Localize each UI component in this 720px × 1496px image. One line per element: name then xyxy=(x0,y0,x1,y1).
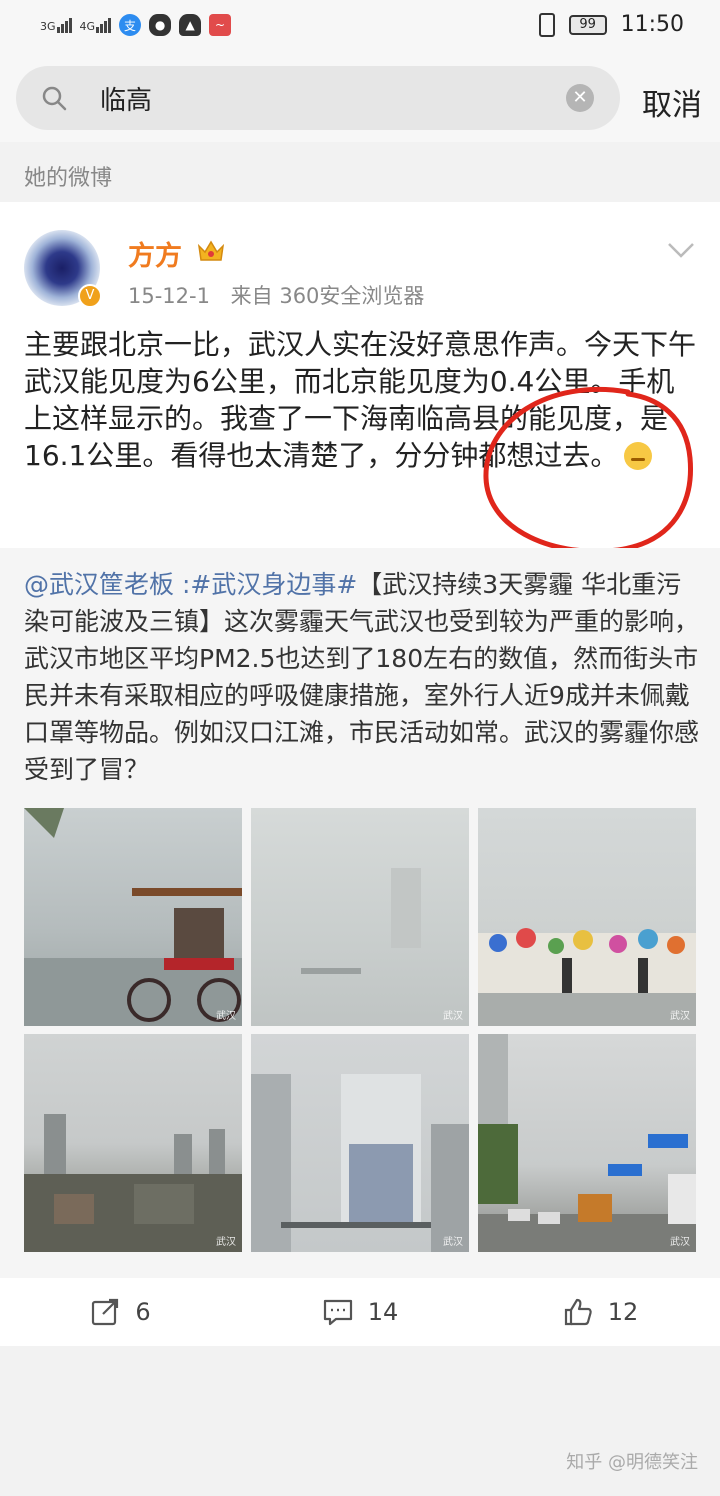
signal-4g-icon: 4G xyxy=(79,17,112,33)
topic-link[interactable]: :#武汉身边事# xyxy=(182,570,357,599)
like-count: 12 xyxy=(607,1298,639,1326)
notification-icon: ▲ xyxy=(179,14,202,36)
action-bar: 6 14 12 xyxy=(0,1278,720,1346)
photo-thumbnail[interactable]: 武汉 xyxy=(478,1034,696,1252)
photo-watermark: 武汉 xyxy=(443,1237,463,1248)
cancel-button[interactable]: 取消 xyxy=(642,80,702,124)
clock: 11:50 xyxy=(620,12,684,37)
photo-watermark: 武汉 xyxy=(216,1011,236,1022)
zhihu-watermark: 知乎 @明德笑注 xyxy=(566,1452,698,1473)
signal-3g-icon: 3G xyxy=(40,17,72,33)
photo-thumbnail[interactable]: 武汉 xyxy=(251,1034,469,1252)
post-meta: 15-12-1 来自 360安全浏览器 xyxy=(128,280,424,310)
kites-photo xyxy=(478,928,696,1026)
photo-thumbnail[interactable]: 武汉 xyxy=(24,808,242,1026)
status-bar: 3G 4G 支 ● ▲ ~ 99 11:50 xyxy=(0,0,720,56)
status-left: 3G 4G 支 ● ▲ ~ xyxy=(40,14,232,36)
avatar[interactable]: V xyxy=(24,230,102,308)
thumbs-up-icon xyxy=(564,1298,592,1326)
tricycle-photo xyxy=(24,808,242,1026)
stocks-app-icon: ~ xyxy=(209,14,232,36)
building-photo xyxy=(251,1074,469,1252)
search-bar: 临高 ✕ 取消 xyxy=(0,56,720,142)
comment-count: 14 xyxy=(367,1298,399,1326)
weibo-post-card[interactable]: V 方方 15-12-1 来自 360安全浏览器 主要跟北京一比，武汉人实在没好… xyxy=(0,202,720,1346)
like-button[interactable]: 12 xyxy=(480,1278,720,1346)
chevron-down-icon[interactable] xyxy=(666,240,696,260)
clear-icon[interactable]: ✕ xyxy=(566,84,594,112)
verified-badge-icon: V xyxy=(78,284,102,308)
photo-thumbnail[interactable]: 武汉 xyxy=(24,1034,242,1252)
author-name[interactable]: 方方 xyxy=(128,234,182,273)
street-photo xyxy=(478,1034,696,1252)
comment-button[interactable]: 14 xyxy=(240,1278,480,1346)
repost-text: @武汉筐老板 :#武汉身边事#【武汉持续3天雾霾 华北重污染可能波及三镇】这次雾… xyxy=(24,566,700,788)
repost-button[interactable]: 6 xyxy=(0,1278,240,1346)
search-box[interactable]: 临高 ✕ xyxy=(16,66,620,130)
red-circle-annotation xyxy=(483,386,693,554)
status-right: 99 11:50 xyxy=(538,12,684,37)
skyline-photo xyxy=(24,1114,242,1252)
post-source: 来自 360安全浏览器 xyxy=(230,284,425,308)
search-input[interactable]: 临高 xyxy=(100,80,152,117)
search-icon xyxy=(42,86,67,111)
river-photo xyxy=(301,868,421,974)
repost-body: 【武汉持续3天雾霾 华北重污染可能波及三镇】这次雾霾天气武汉也受到较为严重的影响… xyxy=(24,570,700,784)
photo-watermark: 武汉 xyxy=(443,1011,463,1022)
alipay-icon: 支 xyxy=(119,14,142,36)
network-label: 4G xyxy=(79,19,96,33)
photo-watermark: 武汉 xyxy=(216,1237,236,1248)
battery-icon: 99 xyxy=(568,14,607,35)
network-label: 3G xyxy=(40,19,56,33)
comment-icon xyxy=(323,1299,352,1326)
post-date: 15-12-1 xyxy=(128,284,210,308)
chat-icon: ● xyxy=(149,14,172,36)
repost-count: 6 xyxy=(135,1298,151,1326)
photo-watermark: 武汉 xyxy=(670,1011,690,1022)
crown-icon xyxy=(197,240,225,261)
photo-thumbnail[interactable]: 武汉 xyxy=(251,808,469,1026)
photo-watermark: 武汉 xyxy=(670,1237,690,1248)
repost-icon xyxy=(92,1298,119,1326)
mention-link[interactable]: @武汉筐老板 xyxy=(24,570,174,599)
section-label: 她的微博 xyxy=(24,166,113,191)
reposted-weibo[interactable]: @武汉筐老板 :#武汉身边事#【武汉持续3天雾霾 华北重污染可能波及三镇】这次雾… xyxy=(0,548,720,1278)
photo-thumbnail[interactable]: 武汉 xyxy=(478,808,696,1026)
vibrate-icon xyxy=(538,12,555,37)
